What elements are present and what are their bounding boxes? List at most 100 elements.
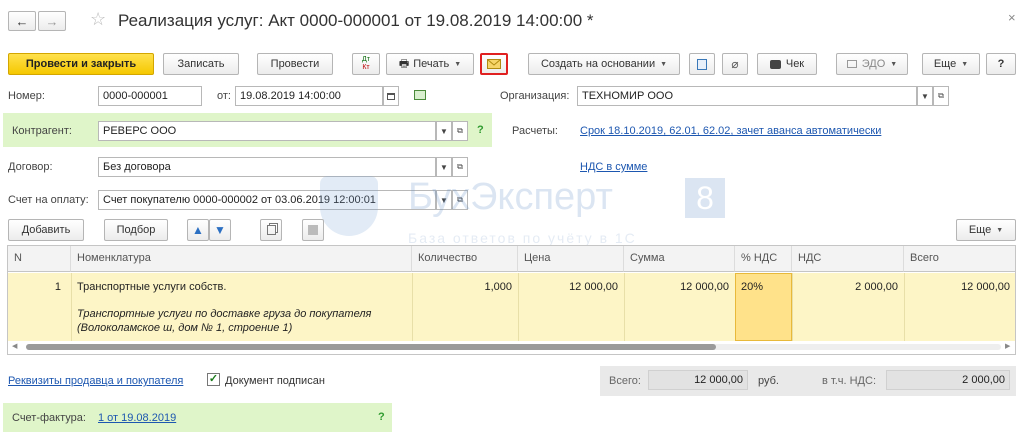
- organization-label: Организация:: [500, 90, 570, 102]
- contract-field[interactable]: Без договора: [98, 157, 436, 177]
- calendar-icon: [387, 92, 395, 100]
- edo-button[interactable]: ЭДО ▼: [836, 53, 908, 75]
- forward-button[interactable]: →: [38, 11, 66, 31]
- date-label: от:: [217, 90, 231, 102]
- number-label: Номер:: [8, 90, 45, 102]
- email-button[interactable]: [480, 53, 508, 75]
- table-more-label: Еще: [968, 224, 992, 236]
- contractor-field[interactable]: РЕВЕРС ООО: [98, 121, 436, 141]
- move-up-button[interactable]: ▲: [187, 219, 209, 241]
- move-down-button[interactable]: ▼: [209, 219, 231, 241]
- chevron-down-icon: ▼: [961, 60, 969, 68]
- watermark-subtitle: База ответов по учёту в 1С: [408, 230, 637, 246]
- column-header-vat[interactable]: НДС: [792, 246, 904, 272]
- envelope-icon: [487, 59, 501, 69]
- post-button[interactable]: Провести: [257, 53, 333, 75]
- scrollbar-thumb[interactable]: [26, 344, 716, 350]
- contract-open-button[interactable]: ⧉: [452, 157, 468, 177]
- table-icon: [308, 225, 318, 235]
- row-qty[interactable]: 1,000: [412, 278, 518, 296]
- pick-button[interactable]: Подбор: [104, 219, 168, 241]
- settlements-link[interactable]: Срок 18.10.2019, 62.01, 62.02, зачет ава…: [580, 125, 881, 137]
- row-price[interactable]: 12 000,00: [518, 278, 624, 296]
- watermark-logo: БухЭксперт 8 База ответов по учёту в 1С: [320, 168, 740, 252]
- chevron-down-icon: ▼: [996, 226, 1004, 234]
- print-button[interactable]: 🖶 Печать ▼: [386, 53, 474, 75]
- column-header-total[interactable]: Всего: [904, 246, 1015, 272]
- add-row-button[interactable]: Добавить: [8, 219, 84, 241]
- invoice-open-button[interactable]: ⧉: [452, 190, 468, 210]
- attach-button[interactable]: ⌀: [722, 53, 748, 75]
- more-label: Еще: [933, 58, 957, 70]
- delete-row-button[interactable]: [302, 219, 324, 241]
- invoice-footer-link[interactable]: 1 от 19.08.2019: [98, 412, 176, 424]
- check-button[interactable]: Чек: [757, 53, 817, 75]
- contractor-help-icon[interactable]: ?: [477, 124, 484, 136]
- number-field[interactable]: 0000-000001: [98, 86, 202, 106]
- row-vat-rate[interactable]: 20%: [735, 278, 769, 296]
- copy-row-button[interactable]: [260, 219, 282, 241]
- arrow-left-icon: ←: [15, 13, 29, 29]
- create-basis-button[interactable]: Создать на основании ▼: [528, 53, 680, 75]
- printer-icon: 🖶: [398, 57, 410, 70]
- invoice-footer-label: Счет-фактура:: [12, 412, 86, 424]
- row-content-line2[interactable]: (Волоколамское ш, дом № 1, строение 1): [71, 319, 298, 337]
- organization-open-button[interactable]: ⧉: [933, 86, 949, 106]
- table-more-button[interactable]: Еще ▼: [956, 219, 1016, 241]
- more-button[interactable]: Еще ▼: [922, 53, 980, 75]
- requisites-link[interactable]: Реквизиты продавца и покупателя: [8, 375, 183, 387]
- kt-label: Кт: [362, 64, 370, 71]
- settlements-label: Расчеты:: [512, 125, 558, 137]
- posting-status-icon[interactable]: [414, 90, 426, 100]
- contractor-open-button[interactable]: ⧉: [452, 121, 468, 141]
- services-table: N Номенклатура Количество Цена Сумма % Н…: [7, 245, 1016, 355]
- organization-dropdown-button[interactable]: ▼: [917, 86, 933, 106]
- paperclip-icon: ⌀: [731, 57, 739, 71]
- date-field[interactable]: 19.08.2019 14:00:00: [235, 86, 383, 106]
- organization-field[interactable]: ТЕХНОМИР ООО: [577, 86, 917, 106]
- currency-label: руб.: [758, 375, 779, 387]
- cash-register-icon: [769, 59, 781, 69]
- close-icon[interactable]: ×: [1008, 10, 1016, 25]
- structure-button[interactable]: [689, 53, 715, 75]
- invoice-label: Счет на оплату:: [8, 194, 89, 206]
- document-structure-icon: [697, 58, 707, 70]
- calendar-button[interactable]: [383, 86, 399, 106]
- contractor-dropdown-button[interactable]: ▼: [436, 121, 452, 141]
- dt-kt-button[interactable]: Дт Кт: [352, 53, 380, 75]
- scroll-right-icon[interactable]: ▶: [1005, 342, 1010, 350]
- column-header-vat-rate[interactable]: % НДС: [735, 246, 792, 272]
- copy-icon: [266, 225, 276, 235]
- invoice-field[interactable]: Счет покупателю 0000-000002 от 03.06.201…: [98, 190, 436, 210]
- save-button[interactable]: Записать: [163, 53, 239, 75]
- column-header-price[interactable]: Цена: [518, 246, 624, 272]
- post-and-close-button[interactable]: Провести и закрыть: [8, 53, 154, 75]
- horizontal-scrollbar[interactable]: [26, 344, 1001, 350]
- row-number: 1: [54, 281, 61, 293]
- back-button[interactable]: ←: [8, 11, 36, 31]
- check-label: Чек: [785, 58, 805, 70]
- column-header-item[interactable]: Номенклатура: [71, 246, 412, 272]
- row-vat[interactable]: 2 000,00: [792, 278, 904, 296]
- total-field: 12 000,00: [648, 370, 748, 390]
- vat-included-label: в т.ч. НДС:: [822, 375, 877, 387]
- column-header-sum[interactable]: Сумма: [624, 246, 735, 272]
- chevron-down-icon: ▼: [890, 60, 898, 68]
- invoice-dropdown-button[interactable]: ▼: [436, 190, 452, 210]
- signed-checkbox[interactable]: ✓: [207, 373, 220, 386]
- signed-label: Документ подписан: [225, 375, 325, 387]
- row-total[interactable]: 12 000,00: [904, 278, 1015, 296]
- scroll-left-icon[interactable]: ◀: [12, 342, 17, 350]
- column-header-qty[interactable]: Количество: [412, 246, 518, 272]
- chevron-down-icon: ▼: [454, 60, 462, 68]
- create-basis-label: Создать на основании: [540, 58, 656, 70]
- help-button[interactable]: ?: [986, 53, 1016, 75]
- contract-dropdown-button[interactable]: ▼: [436, 157, 452, 177]
- arrow-down-icon: ▼: [214, 223, 226, 237]
- row-sum[interactable]: 12 000,00: [624, 278, 735, 296]
- star-icon[interactable]: ☆: [90, 9, 106, 30]
- vat-mode-link[interactable]: НДС в сумме: [580, 161, 647, 173]
- invoice-help-icon[interactable]: ?: [378, 411, 385, 423]
- row-item[interactable]: Транспортные услуги собств.: [71, 278, 232, 296]
- column-header-n[interactable]: N: [8, 246, 71, 272]
